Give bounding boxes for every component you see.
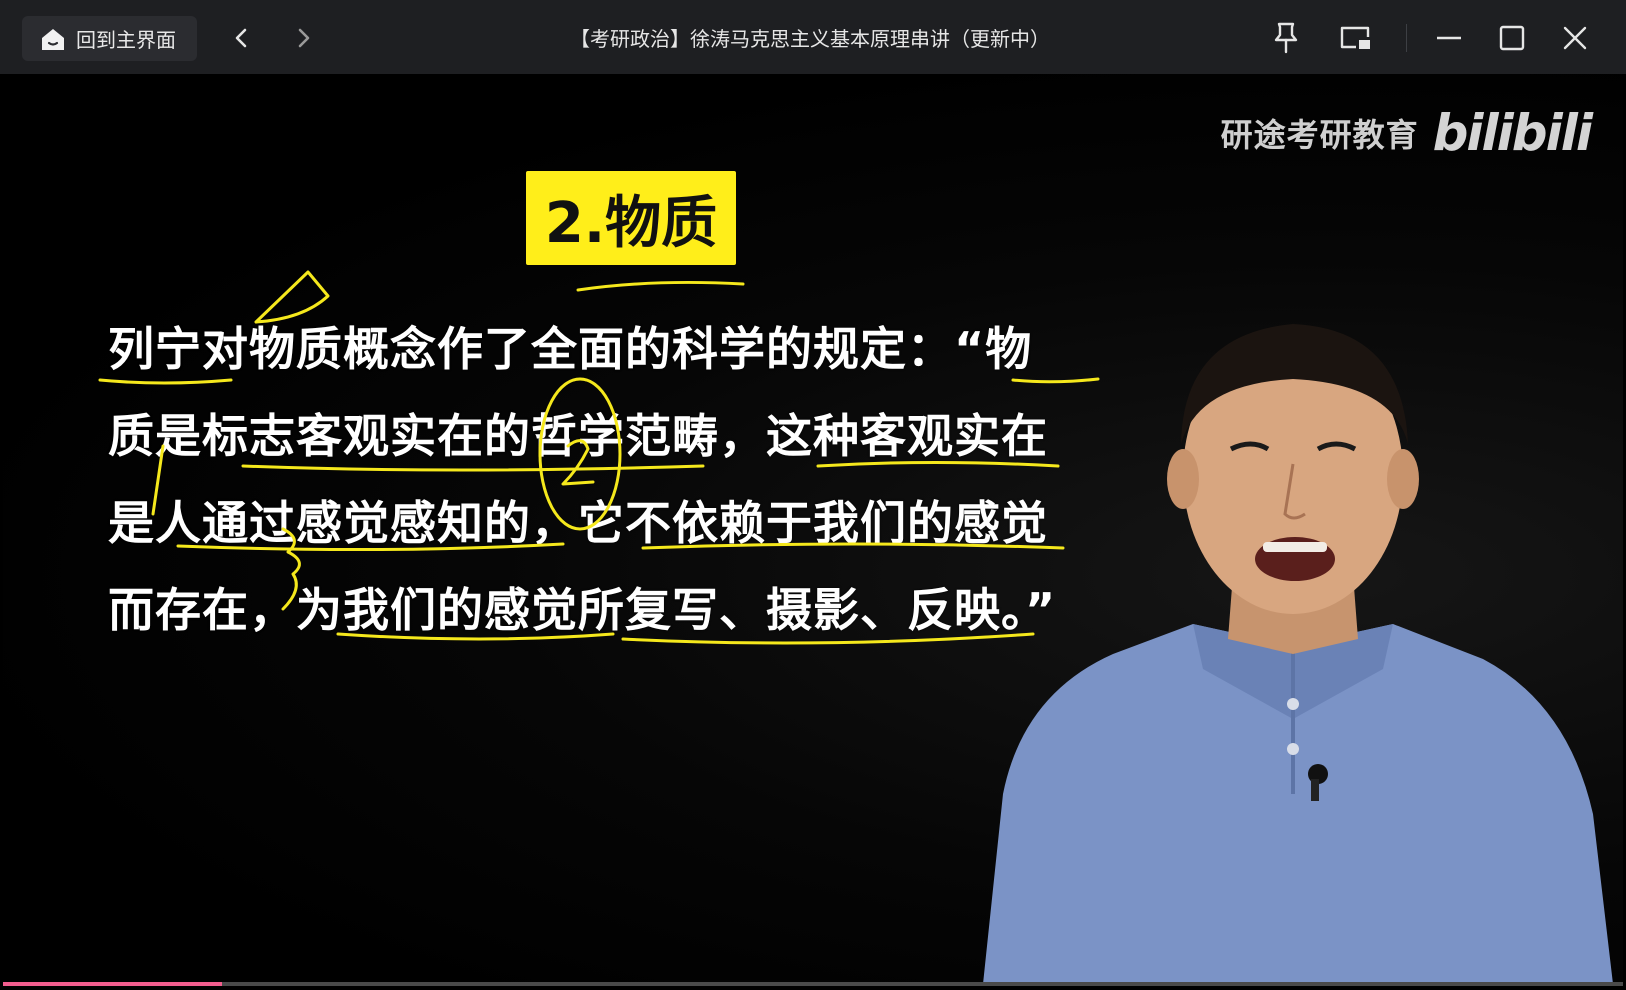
bilibili-logo: bilibili [1432, 104, 1593, 162]
pin-icon [1274, 22, 1298, 54]
lecture-line: 质是标志客观实在的哲学范畴，这种客观实在 [108, 409, 1048, 463]
channel-watermark: 研途考研教育 bilibili [1220, 104, 1593, 162]
video-frame[interactable]: 研途考研教育 bilibili 2.物质 列宁对物质概念作了全面的科学的规定：“… [3, 74, 1623, 984]
lecture-line: 是人通过感觉感知的，它不依赖于我们的感觉 [108, 496, 1048, 550]
maximize-button[interactable] [1491, 17, 1533, 59]
presenter-figure [983, 324, 1613, 984]
pin-button[interactable] [1265, 17, 1307, 59]
picture-in-picture-icon [1340, 26, 1370, 49]
home-label: 回到主界面 [76, 28, 176, 52]
lecture-line: 列宁对物质概念作了全面的科学的规定：“物 [108, 322, 1033, 376]
chevron-right-icon [298, 28, 310, 48]
close-button[interactable] [1554, 17, 1596, 59]
forward-button[interactable] [283, 18, 323, 58]
minimize-button[interactable] [1428, 17, 1470, 59]
video-progress-bar[interactable] [3, 982, 1623, 986]
home-icon [42, 28, 64, 50]
home-button[interactable]: 回到主界面 [22, 16, 197, 61]
chevron-left-icon [235, 28, 247, 48]
minimize-icon [1437, 36, 1461, 40]
section-title: 2.物质 [526, 171, 736, 265]
close-icon [1563, 26, 1587, 50]
picture-in-picture-button[interactable] [1334, 17, 1376, 59]
lecture-text: 列宁对物质概念作了全面的科学的规定：“物 质是标志客观实在的哲学范畴，这种客观实… [108, 306, 1098, 654]
maximize-icon [1499, 25, 1525, 51]
back-button[interactable] [222, 18, 262, 58]
watermark-org: 研途考研教育 [1220, 116, 1419, 154]
video-progress-fill [3, 982, 222, 986]
lecture-line: 而存在，为我们的感觉所复写、摄影、反映。” [108, 583, 1057, 637]
titlebar-separator [1406, 24, 1407, 52]
title-bar: 回到主界面 【考研政治】徐涛马克思主义基本原理串讲（更新中） [0, 0, 1626, 74]
player-window: 回到主界面 【考研政治】徐涛马克思主义基本原理串讲（更新中） 研途考研教育 bi… [0, 0, 1626, 990]
window-title: 【考研政治】徐涛马克思主义基本原理串讲（更新中） [570, 26, 1050, 51]
